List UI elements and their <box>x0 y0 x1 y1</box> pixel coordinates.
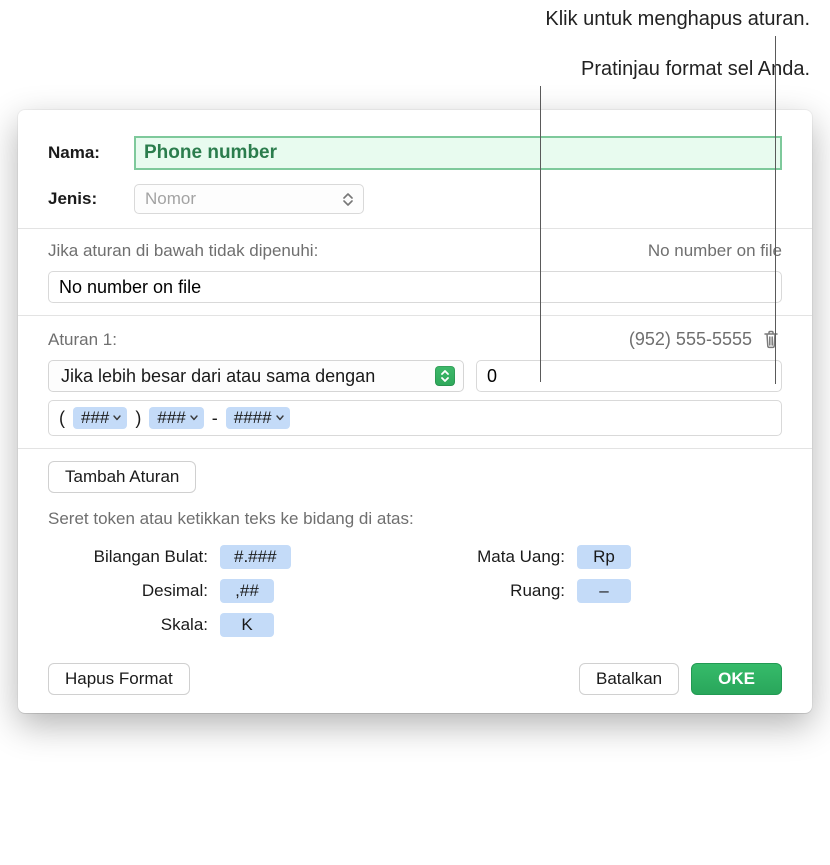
type-select[interactable]: Nomor <box>134 184 364 214</box>
decimal-token[interactable]: ,## <box>220 579 274 603</box>
chevron-down-icon <box>276 415 284 421</box>
divider <box>18 315 812 316</box>
condition-select[interactable]: Jika lebih besar dari atau sama dengan <box>48 360 464 392</box>
format-pattern-field[interactable]: ( ### ) ### - #### <box>48 400 782 436</box>
chevron-down-icon <box>113 415 121 421</box>
condition-select-value: Jika lebih besar dari atau sama dengan <box>61 366 375 387</box>
fallback-label: Jika aturan di bawah tidak dipenuhi: <box>48 241 318 261</box>
integer-token-label: Bilangan Bulat: <box>48 547 208 567</box>
custom-format-sheet: Nama: Jenis: Nomor Jika aturan di bawah … <box>18 110 812 713</box>
chevron-up-down-icon <box>343 193 353 206</box>
divider <box>18 228 812 229</box>
format-token-text: ### <box>157 408 185 428</box>
callout-preview: Pratinjau format sel Anda. <box>581 58 810 81</box>
divider <box>18 448 812 449</box>
cancel-button[interactable]: Batalkan <box>579 663 679 695</box>
name-input[interactable] <box>134 136 782 170</box>
rule1-preview: (952) 555-5555 <box>629 329 752 350</box>
space-token[interactable]: – <box>577 579 631 603</box>
name-label: Nama: <box>48 143 134 163</box>
decimal-token-label: Desimal: <box>48 581 208 601</box>
currency-token-label: Mata Uang: <box>435 547 565 567</box>
format-token[interactable]: #### <box>226 407 290 429</box>
fallback-preview: No number on file <box>648 241 782 261</box>
format-token-text: #### <box>234 408 272 428</box>
ok-button[interactable]: OKE <box>691 663 782 695</box>
space-token-label: Ruang: <box>435 581 565 601</box>
chevron-up-down-icon <box>435 366 455 386</box>
drag-help-text: Seret token atau ketikkan teks ke bidang… <box>48 509 782 529</box>
format-literal: ( <box>57 408 67 429</box>
currency-token[interactable]: Rp <box>577 545 631 569</box>
format-token[interactable]: ### <box>149 407 203 429</box>
delete-format-button[interactable]: Hapus Format <box>48 663 190 695</box>
callout-delete: Klik untuk menghapus aturan. <box>545 8 810 31</box>
format-literal: ) <box>133 408 143 429</box>
integer-token[interactable]: #.### <box>220 545 291 569</box>
add-rule-button[interactable]: Tambah Aturan <box>48 461 196 493</box>
format-token[interactable]: ### <box>73 407 127 429</box>
trash-icon[interactable] <box>762 328 782 350</box>
rule1-label: Aturan 1: <box>48 330 117 350</box>
chevron-down-icon <box>190 415 198 421</box>
type-select-value: Nomor <box>145 189 196 209</box>
scale-token[interactable]: K <box>220 613 274 637</box>
condition-value-input[interactable] <box>476 360 782 392</box>
fallback-input[interactable] <box>48 271 782 303</box>
scale-token-label: Skala: <box>48 615 208 635</box>
format-literal: - <box>210 408 220 429</box>
type-label: Jenis: <box>48 189 134 209</box>
format-token-text: ### <box>81 408 109 428</box>
